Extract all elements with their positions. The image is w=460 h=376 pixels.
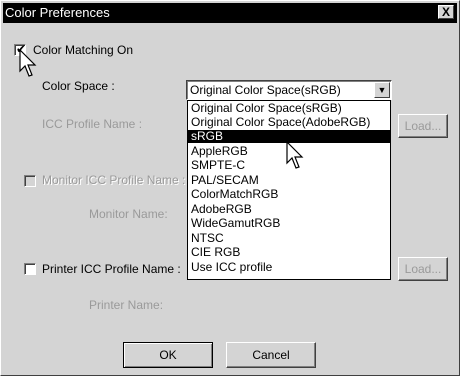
chevron-down-icon: ▼ xyxy=(377,85,387,95)
option-original-srgb[interactable]: Original Color Space(sRGB) xyxy=(188,102,390,115)
monitor-icc-label: Monitor ICC Profile Name : xyxy=(42,173,186,187)
ok-button[interactable]: OK xyxy=(123,342,213,368)
cancel-button[interactable]: Cancel xyxy=(226,342,316,368)
color-space-label: Color Space : xyxy=(42,79,115,93)
option-ntsc[interactable]: NTSC xyxy=(188,232,390,245)
close-icon: X xyxy=(441,5,450,19)
close-button[interactable]: X xyxy=(438,5,454,19)
mouse-pointer-icon xyxy=(286,141,304,169)
monitor-icc-checkbox[interactable] xyxy=(24,175,36,187)
monitor-name-label: Monitor Name: xyxy=(89,207,168,221)
window-title: Color Preferences xyxy=(5,5,110,20)
mouse-pointer-icon xyxy=(19,49,37,77)
icc-profile-label: ICC Profile Name : xyxy=(42,117,143,131)
dropdown-arrow-button[interactable]: ▼ xyxy=(374,82,390,98)
option-use-icc-profile[interactable]: Use ICC profile xyxy=(188,261,390,274)
printer-icc-label: Printer ICC Profile Name : xyxy=(42,262,181,276)
option-adobergb[interactable]: AdobeRGB xyxy=(188,203,390,216)
option-pal-secam[interactable]: PAL/SECAM xyxy=(188,174,390,187)
title-bar[interactable]: Color Preferences X xyxy=(3,3,457,23)
color-matching-label: Color Matching On xyxy=(33,43,134,57)
color-space-selected-value: Original Color Space(sRGB) xyxy=(190,83,341,97)
option-colormatchrgb[interactable]: ColorMatchRGB xyxy=(188,188,390,201)
color-space-dropdown[interactable]: Original Color Space(sRGB) ▼ xyxy=(186,80,392,100)
printer-load-button[interactable]: Load... xyxy=(398,257,448,281)
option-widegamutrgb[interactable]: WideGamutRGB xyxy=(188,217,390,230)
printer-name-label: Printer Name: xyxy=(89,298,164,312)
option-original-adobergb[interactable]: Original Color Space(AdobeRGB) xyxy=(188,116,390,129)
printer-icc-checkbox[interactable] xyxy=(24,263,36,275)
option-cie-rgb[interactable]: CIE RGB xyxy=(188,246,390,259)
icc-load-button[interactable]: Load... xyxy=(398,114,448,138)
color-space-options-list[interactable]: Original Color Space(sRGB) Original Colo… xyxy=(187,100,391,280)
color-preferences-window: Color Preferences X ✔ Color Matching On … xyxy=(0,0,460,376)
